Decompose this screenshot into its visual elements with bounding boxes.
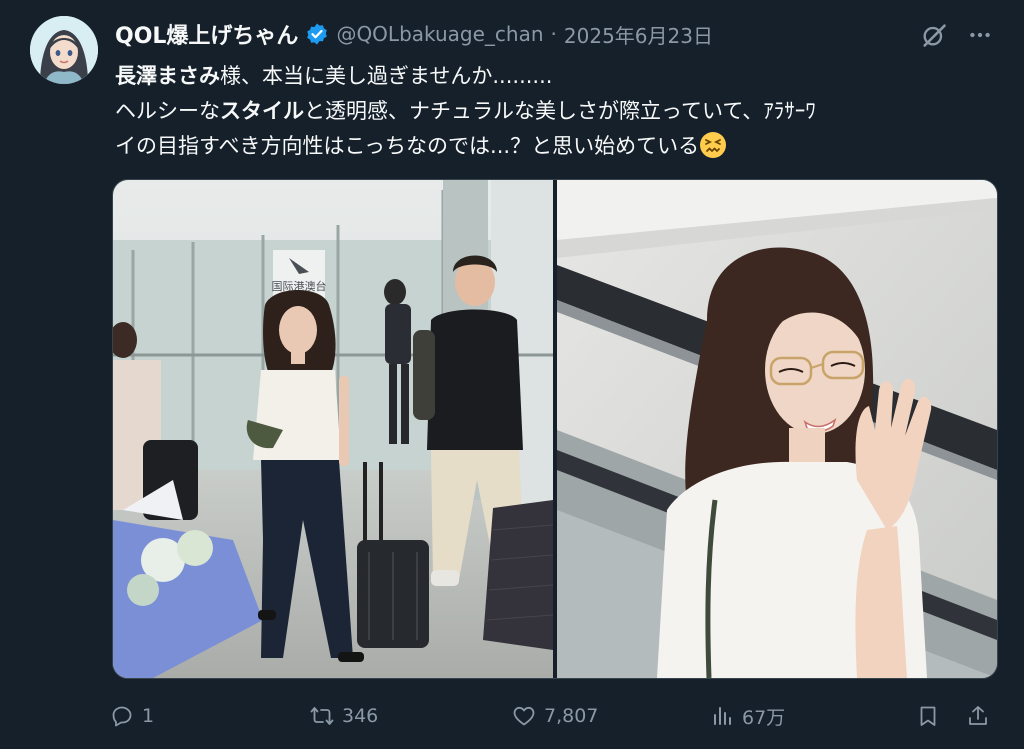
separator-dot: ·	[550, 22, 557, 46]
tweet-line-2-post: と透明感、ナチュラルな美しさが際立っていて、ｱﾗｻｰﾜ	[304, 99, 816, 123]
post-date[interactable]: 2025年6月23日	[564, 20, 713, 49]
views-button[interactable]: 67万	[710, 698, 785, 734]
photo-escalator-wave[interactable]	[557, 180, 997, 678]
reply-icon	[112, 706, 132, 727]
display-name[interactable]: QOL爆上げちゃん	[115, 18, 298, 50]
tweet-bold-name: 長澤まさみ	[115, 64, 220, 88]
tweet-line-2: ヘルシーなスタイルと透明感、ナチュラルな美しさが際立っていて、ｱﾗｻｰﾜ	[115, 94, 995, 129]
bookmark-icon	[920, 706, 936, 726]
tweet-line-1: 長澤まさみ様、本当に美し過ぎませんか.........	[115, 59, 995, 94]
views-count: 67万	[742, 706, 786, 729]
tweet-card: QOL爆上げちゃん @QOLbakuage_chan · 2025年6月23日 …	[0, 0, 1024, 749]
retweet-icon	[310, 707, 334, 725]
tweet-line-1-rest: 様、本当に美し過ぎませんか.........	[220, 64, 553, 88]
confounded-face-emoji-icon	[699, 131, 727, 159]
like-count: 7,807	[544, 705, 599, 727]
more-dots-icon[interactable]	[960, 18, 1000, 52]
verified-badge-icon	[305, 22, 329, 46]
photo-airport-walk[interactable]: 国际港澳台 到达	[113, 180, 553, 678]
bookmark-button[interactable]	[916, 698, 940, 734]
share-button[interactable]	[966, 698, 990, 734]
tweet-line-3-text: イの目指すべき方向性はこっちなのでは...？と思い始めている	[115, 134, 700, 158]
tweet-line-2-pre: ヘルシーな	[115, 99, 220, 123]
heart-icon	[513, 706, 535, 726]
tweet-bold-style: スタイル	[220, 99, 304, 123]
like-button[interactable]: 7,807	[512, 698, 598, 734]
grok-icon[interactable]	[914, 18, 954, 52]
action-bar: 1 346 7,807 67万	[110, 698, 1000, 734]
views-bar-icon	[714, 707, 731, 725]
reply-button[interactable]: 1	[110, 698, 154, 734]
handle[interactable]: @QOLbakuage_chan	[336, 22, 543, 46]
tweet-line-3: イの目指すべき方向性はこっちなのでは...？と思い始めている	[115, 129, 995, 164]
avatar[interactable]	[30, 16, 98, 84]
reply-count: 1	[142, 705, 155, 727]
retweet-count: 346	[342, 705, 379, 727]
tweet-header: QOL爆上げちゃん @QOLbakuage_chan · 2025年6月23日	[115, 18, 713, 50]
share-icon	[969, 706, 987, 725]
retweet-button[interactable]: 346	[310, 698, 378, 734]
avatar-illustration	[30, 16, 98, 84]
tweet-text: 長澤まさみ様、本当に美し過ぎませんか......... ヘルシーなスタイルと透明…	[115, 59, 995, 164]
media-grid: 国际港澳台 到达	[112, 179, 998, 679]
